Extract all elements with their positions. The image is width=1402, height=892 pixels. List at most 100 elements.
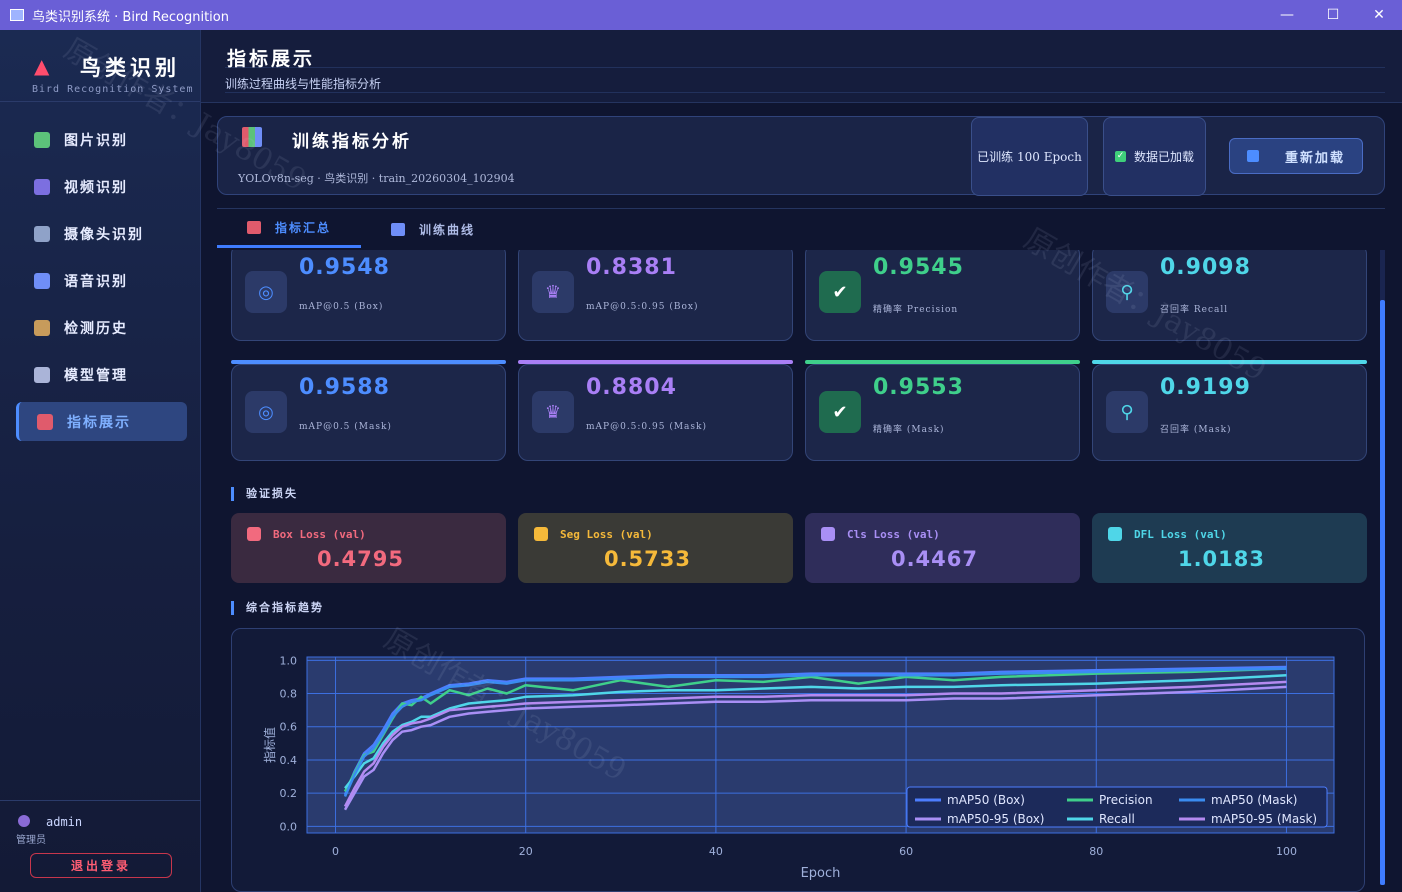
logout-button[interactable]: 退出登录 [30,853,172,878]
bar-chart-icon [242,127,262,147]
magnifier-icon: ⚲ [1106,271,1148,313]
y-tick-label: 0.2 [280,787,298,800]
box-icon [247,527,261,541]
sidebar-item-6[interactable]: 指标展示 [16,402,187,441]
sidebar-item-4[interactable]: 检测历史 [16,308,187,347]
sidebar-item-label: 语音识别 [64,273,128,290]
metric-accent-bar [805,360,1080,364]
x-tick-label: 80 [1089,845,1103,858]
loss-card: Box Loss (val) 0.4795 [231,513,506,583]
panel-meta: YOLOv8n-seg · 鸟类识别 · train_20260304_1029… [238,172,515,185]
app-window-icon [10,9,24,21]
loss-label: Cls Loss (val) [847,527,940,541]
page-subtitle: 训练过程曲线与性能指标分析 [225,77,382,91]
loss-label: Seg Loss (val) [560,527,653,541]
minimize-button[interactable]: — [1264,0,1310,30]
loss-title: DFL Loss (val) [1108,527,1227,541]
target-icon: ◎ [245,271,287,313]
close-button[interactable]: ✕ [1356,0,1402,30]
x-tick-label: 40 [709,845,723,858]
legend-label: Recall [1099,812,1135,826]
header-divider [225,92,1385,93]
training-panel-header: 训练指标分析 YOLOv8n-seg · 鸟类识别 · train_202603… [217,116,1385,196]
metric-card: ♛ 0.8381 mAP@0.5:0.95 (Box) [518,250,793,341]
tab-label: 训练曲线 [419,222,476,237]
sidebar-item-2[interactable]: 摄像头识别 [16,214,187,253]
legend-label: Precision [1099,793,1153,807]
metric-value: 0.9098 [1160,255,1251,280]
scrollbar-thumb[interactable] [1380,300,1385,885]
sidebar: ▲ 鸟类识别 Bird Recognition System 图片识别 视频识别摄… [0,30,201,892]
metric-label: 精确率 (Mask) [873,425,945,435]
sidebar-item-1[interactable]: 视频识别 [16,167,187,206]
checkbox-icon: ✓ [1114,151,1126,162]
tab-0[interactable]: 指标汇总 [217,210,361,248]
epoch-badge-label: 已训练 100 Epoch [977,150,1082,164]
content-scrollbar[interactable] [1380,250,1385,885]
metric-label: 精确率 Precision [873,305,959,315]
y-tick-label: 1.0 [280,654,298,667]
tab-label: 指标汇总 [275,221,332,235]
loss-value: 1.0183 [1177,547,1265,571]
sidebar-nav: 图片识别视频识别摄像头识别语音识别检测历史模型管理指标展示 [0,120,201,449]
clipboard-icon [34,319,50,336]
legend-label: mAP50-95 (Mask) [1211,812,1317,826]
metric-value: 0.9545 [873,255,964,280]
loaded-badge-label: 数据已加载 [1133,150,1194,164]
refresh-icon [1246,150,1259,162]
x-tick-label: 60 [899,845,913,858]
user-icon [18,815,30,827]
y-tick-label: 0.8 [280,688,298,701]
trend-chart: 0 20 40 60 80 100 0.0 0.2 0.4 0.6 0.8 1.0 Epoch 指标值 mA… [262,654,1335,881]
metric-card: ♛ 0.8804 mAP@0.5:0.95 (Mask) [518,360,793,461]
magnifier-icon: ⚲ [1106,391,1148,433]
reload-label: 重新加载 [1284,150,1345,166]
loss-value: 0.5733 [603,547,691,571]
image-icon [34,131,50,148]
sidebar-item-label: 图片识别 [64,132,128,149]
camera-icon [34,225,50,242]
y-axis-label: 指标值 [262,727,277,763]
metric-label: mAP@0.5:0.95 (Mask) [586,422,708,432]
clapper-icon [34,178,50,195]
trophy-icon: ♛ [532,391,574,433]
page-header: 指标展示 训练过程曲线与性能指标分析 [201,30,1402,103]
bar-chart-icon [37,413,53,430]
loss-value: 0.4467 [890,547,978,571]
section-title-losses: 验证损失 [231,487,298,501]
loss-label: DFL Loss (val) [1134,527,1227,541]
reload-button[interactable]: 重新加载 [1229,138,1363,174]
x-tick-label: 20 [519,845,533,858]
x-axis-label: Epoch [801,866,841,881]
metric-label: mAP@0.5 (Mask) [299,422,392,432]
legend-label: mAP50-95 (Box) [947,812,1045,826]
sidebar-item-0[interactable]: 图片识别 [16,120,187,159]
y-tick-label: 0.0 [280,820,298,833]
divider [217,208,1385,209]
metric-card: ⚲ 0.9098 召回率 Recall [1092,250,1367,341]
loss-value: 0.4795 [316,547,404,571]
loss-card: Cls Loss (val) 0.4467 [805,513,1080,583]
sidebar-item-3[interactable]: 语音识别 [16,261,187,300]
metric-card: ✔ 0.9553 精确率 (Mask) [805,360,1080,461]
maximize-button[interactable]: ☐ [1310,0,1356,30]
epoch-badge: 已训练 100 Epoch [971,117,1088,196]
header-divider [225,67,1385,68]
loaded-badge: ✓ 数据已加载 [1103,117,1206,196]
check-icon: ✔ [819,271,861,313]
metric-accent-bar [518,360,793,364]
metrics-content: ◎ 0.9548 mAP@0.5 (Box) ♛ 0.8381 mAP@0.5:0.95 … [217,250,1385,892]
trophy-icon: ♛ [532,271,574,313]
title-bar: 鸟类识别系统 · Bird Recognition — ☐ ✕ [0,0,1402,30]
metric-label: 召回率 (Mask) [1160,425,1232,435]
sidebar-item-label: 模型管理 [64,367,128,384]
line-chart-icon [391,222,405,236]
tag-icon [821,527,835,541]
sidebar-item-5[interactable]: 模型管理 [16,355,187,394]
metric-value: 0.8804 [586,375,677,400]
loss-card: Seg Loss (val) 0.5733 [518,513,793,583]
metric-value: 0.8381 [586,255,677,280]
y-tick-label: 0.4 [280,754,298,767]
tab-1[interactable]: 训练曲线 [361,210,505,248]
ruler-icon [1108,527,1122,541]
